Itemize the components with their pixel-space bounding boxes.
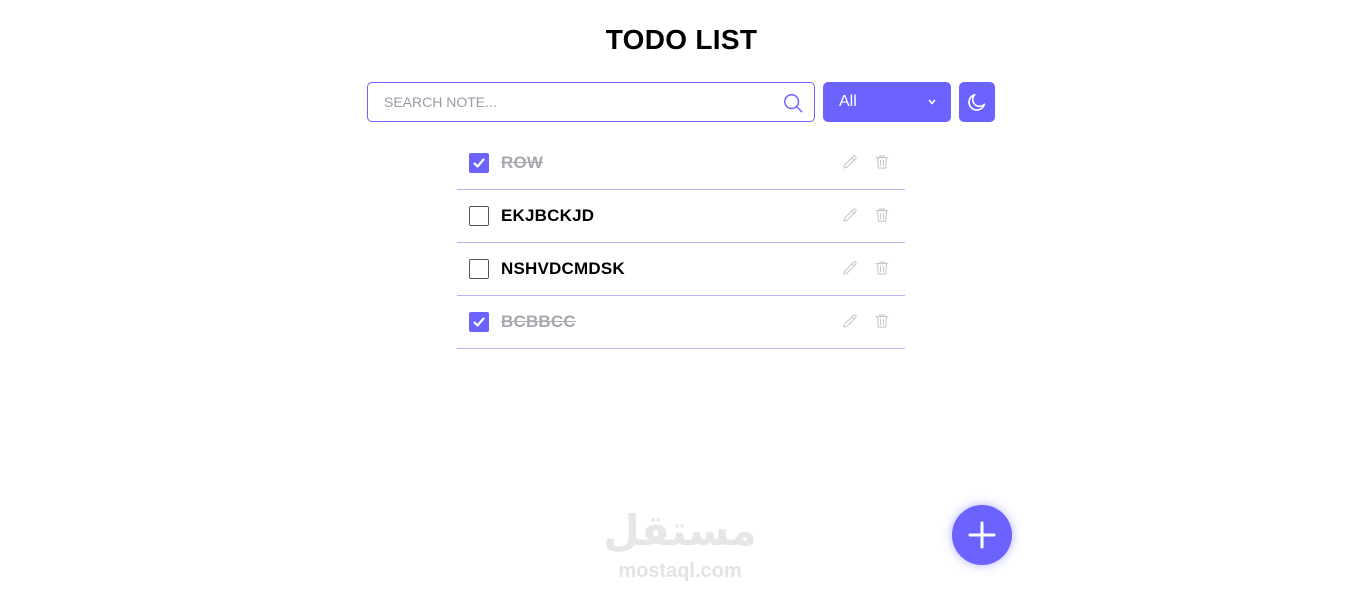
search-icon[interactable] <box>782 92 804 114</box>
trash-icon[interactable] <box>873 312 891 330</box>
todo-actions <box>841 259 891 277</box>
todo-item: EKJBCKJD <box>457 190 905 243</box>
checkmark-icon <box>473 158 485 168</box>
todo-checkbox[interactable] <box>469 153 489 173</box>
chevron-down-icon <box>928 99 936 105</box>
search-box <box>367 82 815 122</box>
todo-text: NSHVDCMDSK <box>501 259 625 278</box>
svg-text:مستقل: مستقل <box>603 506 757 555</box>
todo-item: BCBBCC <box>457 296 905 349</box>
todo-checkbox[interactable] <box>469 259 489 279</box>
todo-text: BCBBCC <box>501 312 576 331</box>
watermark-domain: mostaql.com <box>618 560 742 582</box>
trash-icon[interactable] <box>873 206 891 224</box>
pencil-icon[interactable] <box>841 259 859 277</box>
todo-list: ROW EKJBCKJD NSHVDCMDSK BCBBCC <box>457 137 905 349</box>
todo-text: ROW <box>501 153 544 172</box>
todo-actions <box>841 206 891 224</box>
watermark: مستقل mostaql.com <box>600 505 760 583</box>
todo-actions <box>841 153 891 171</box>
todo-app: TODO LIST All ROW <box>0 0 1363 592</box>
filter-selected-value: All <box>839 93 857 110</box>
todo-checkbox[interactable] <box>469 312 489 332</box>
pencil-icon[interactable] <box>841 206 859 224</box>
todo-item: NSHVDCMDSK <box>457 243 905 296</box>
theme-toggle-button[interactable] <box>959 82 995 122</box>
toolbar: All <box>367 82 995 122</box>
checkmark-icon <box>473 317 485 327</box>
mostaql-logo: مستقل <box>603 506 757 555</box>
plus-icon <box>968 521 996 549</box>
todo-actions <box>841 312 891 330</box>
page-title: TODO LIST <box>605 24 758 55</box>
add-todo-button[interactable] <box>952 505 1012 565</box>
todo-text: EKJBCKJD <box>501 206 595 225</box>
moon-icon <box>968 93 986 111</box>
pencil-icon[interactable] <box>841 153 859 171</box>
todo-item: ROW <box>457 137 905 190</box>
todo-checkbox[interactable] <box>469 206 489 226</box>
filter-select[interactable]: All <box>823 82 951 122</box>
search-input[interactable] <box>368 83 814 121</box>
pencil-icon[interactable] <box>841 312 859 330</box>
trash-icon[interactable] <box>873 153 891 171</box>
trash-icon[interactable] <box>873 259 891 277</box>
